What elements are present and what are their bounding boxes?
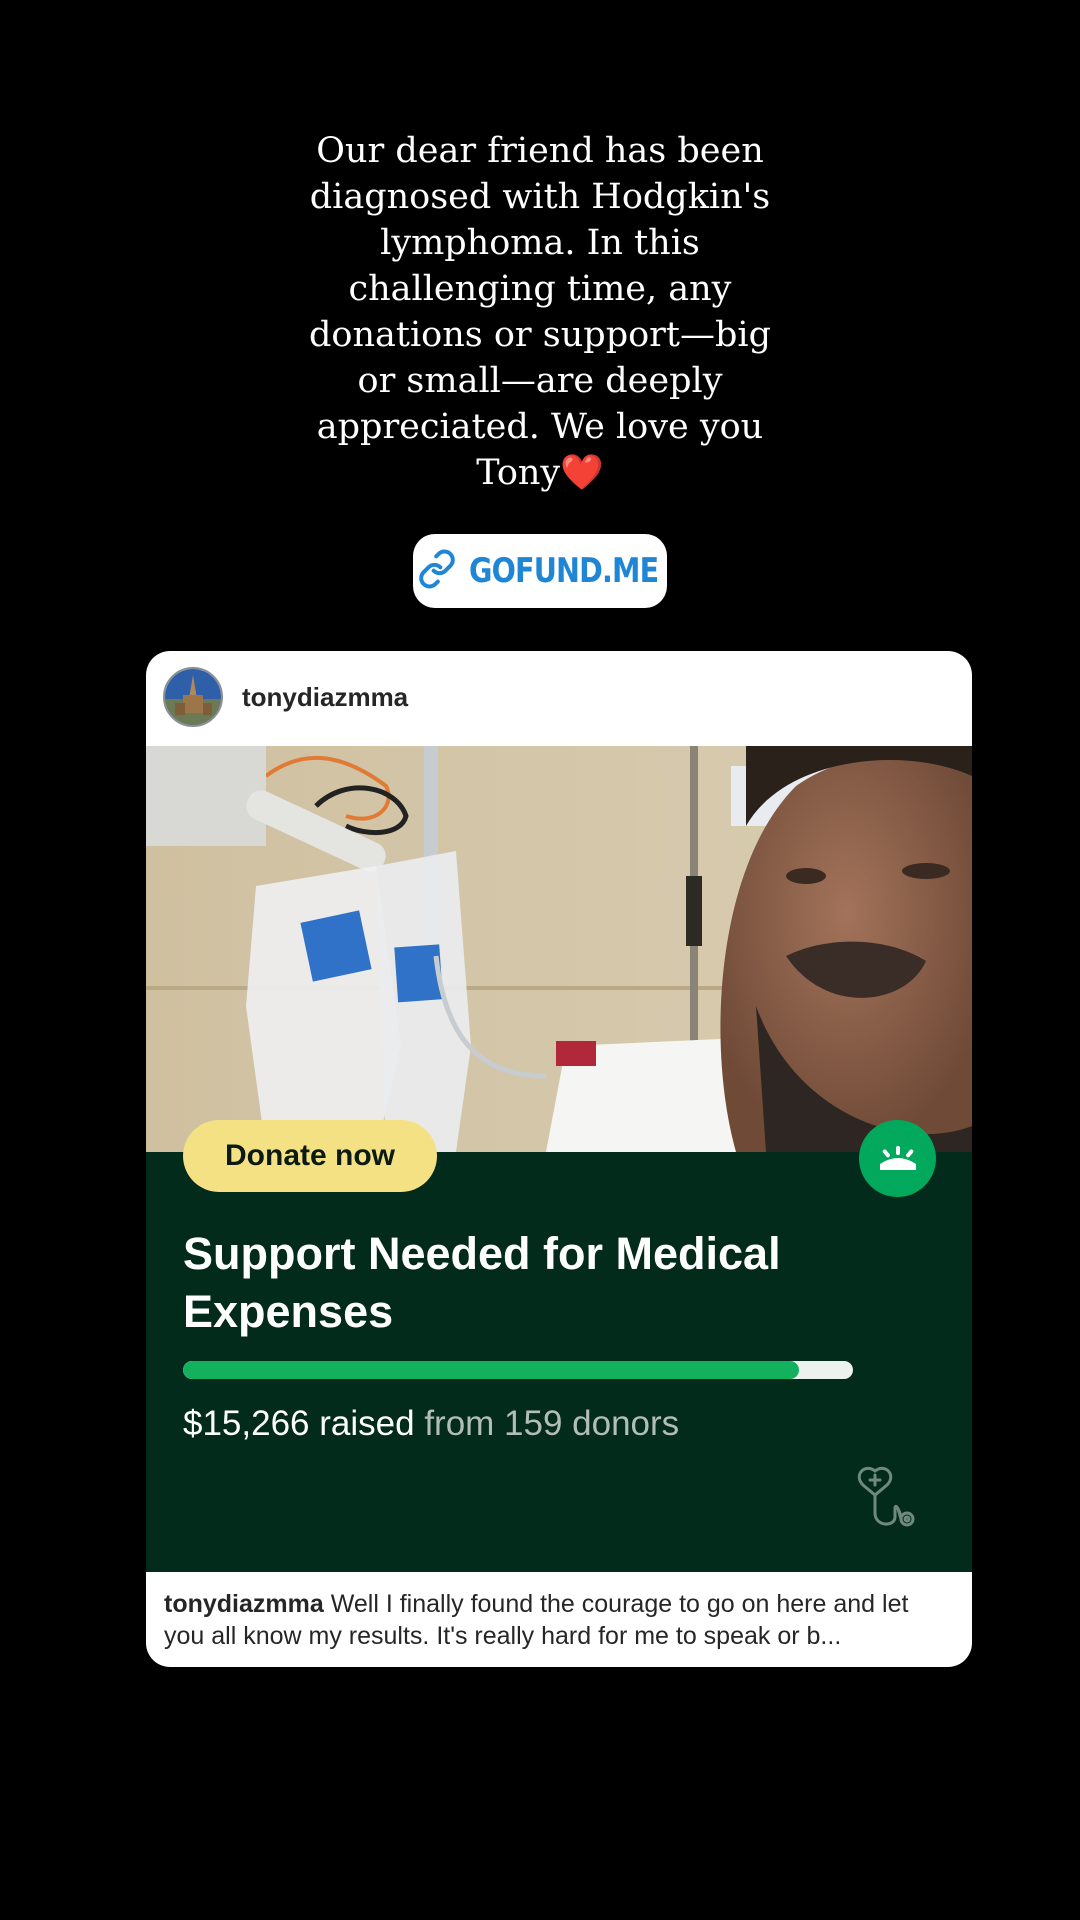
caption-text: Our dear friend has been diagnosed with … (309, 131, 771, 493)
gofundme-logo-icon (859, 1120, 936, 1197)
post-caption: tonydiazmma Well I finally found the cou… (164, 1588, 954, 1652)
story-caption: Our dear friend has been diagnosed with … (300, 128, 780, 496)
avatar[interactable] (163, 667, 223, 727)
raised-summary: $15,266 raised from 159 donors (183, 1404, 679, 1444)
post-card[interactable]: tonydiazmma Donate now Support Needed fo… (146, 651, 972, 1667)
donate-now-button[interactable]: Donate now (183, 1120, 437, 1192)
hospital-selfie-image (146, 746, 972, 1152)
stethoscope-heart-icon (851, 1461, 931, 1541)
progress-fill (183, 1361, 800, 1379)
post-username[interactable]: tonydiazmma (242, 682, 408, 713)
link-icon (417, 549, 457, 594)
raised-amount: $15,266 raised (183, 1404, 415, 1443)
caption-username[interactable]: tonydiazmma (164, 1590, 324, 1618)
fundraiser-title: Support Needed for Medical Expenses (183, 1228, 781, 1337)
donor-count: from 159 donors (424, 1404, 680, 1443)
progress-bar (183, 1361, 853, 1379)
heart-emoji: ❤️ (560, 453, 604, 493)
post-header: tonydiazmma (146, 651, 972, 746)
link-label: GOFUND.ME (469, 551, 659, 591)
gofundme-link-sticker[interactable]: GOFUND.ME (413, 534, 667, 608)
